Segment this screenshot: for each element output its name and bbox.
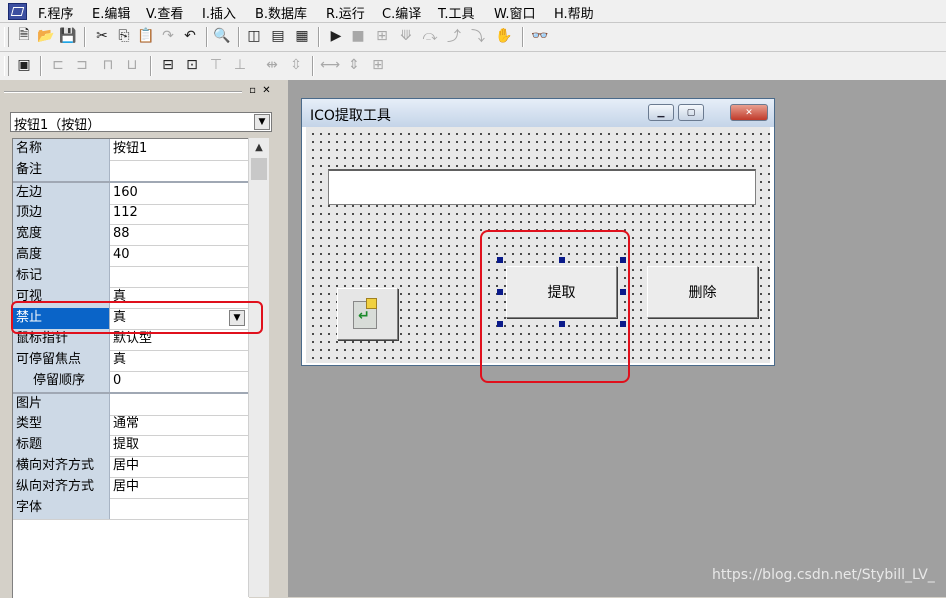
prop-row-font[interactable]: 字体 (13, 498, 249, 520)
property-scrollbar[interactable]: ▲ (248, 138, 269, 597)
prop-row-remark[interactable]: 备注 (13, 160, 249, 182)
prop-row-caption[interactable]: 标题 提取 (13, 435, 249, 457)
app-icon[interactable] (8, 3, 27, 20)
grid-icon[interactable]: ⊞ (368, 55, 388, 75)
alignment-toolbar: ▣ ⊏ ⊐ ⊓ ⊔ ⊟ ⊡ ⊤ ⊥ ⇹ ⇳ ⟷ ⇕ ⊞ (0, 52, 946, 81)
copy-icon[interactable]: ⎘ (114, 26, 134, 46)
close-icon[interactable]: ✕ (730, 104, 768, 121)
prop-row-name[interactable]: 名称 按钮1 (13, 139, 249, 161)
space-h-icon[interactable]: ⇹ (262, 55, 282, 75)
highlight-box-disabled-property (11, 301, 263, 334)
prop-row-focusable[interactable]: 可停留焦点真 (13, 350, 249, 372)
cut-icon[interactable]: ✂ (92, 26, 112, 46)
window-layout-1-icon[interactable]: ◫ (244, 26, 264, 46)
align-bottom-icon[interactable]: ⊔ (122, 55, 142, 75)
minimize-icon[interactable]: ▁ (648, 104, 674, 121)
scroll-thumb[interactable] (251, 158, 267, 180)
prop-row-left[interactable]: 左边 160 (13, 181, 249, 205)
stop-icon[interactable]: ■ (348, 26, 368, 46)
step-over-icon[interactable]: ⤼ (420, 26, 440, 46)
image-box[interactable] (337, 288, 398, 340)
menu-tools[interactable]: T.工具 (438, 3, 475, 22)
new-icon[interactable]: 🗎 (14, 26, 34, 46)
prop-row-tab-order[interactable]: 停留顺序 0 (13, 371, 249, 393)
panel-header: ▫ ✕ (4, 85, 276, 98)
window-layout-3-icon[interactable]: ▦ (292, 26, 312, 46)
same-width-icon[interactable]: ⊤ (206, 55, 226, 75)
find-binoculars-icon[interactable]: 👓 (530, 26, 550, 46)
object-selector[interactable]: 按钮1（按钮） ▼ (10, 112, 272, 133)
prop-row-picture[interactable]: 图片 (13, 392, 249, 416)
text-field[interactable] (328, 169, 756, 205)
menu-run[interactable]: R.运行 (326, 3, 365, 22)
same-height-icon[interactable]: ⊥ (230, 55, 250, 75)
chevron-down-icon[interactable]: ▼ (254, 114, 270, 130)
form-icon[interactable]: ▣ (14, 55, 34, 75)
order-icon[interactable]: ⇕ (344, 55, 364, 75)
object-selector-value: 按钮1（按钮） (14, 118, 101, 133)
menu-bar: F.程序 E.编辑 V.查看 I.插入 B.数据库 R.运行 C.编译 T.工具… (0, 0, 946, 23)
menu-compile[interactable]: C.编译 (382, 3, 421, 22)
window-layout-2-icon[interactable]: ▤ (268, 26, 288, 46)
open-icon[interactable]: 📂 (36, 26, 56, 46)
prop-row-top[interactable]: 顶边 112 (13, 203, 249, 225)
prop-row-tag[interactable]: 标记 (13, 266, 249, 288)
prop-row-h-align[interactable]: 横向对齐方式 居中 (13, 456, 249, 478)
prop-row-width[interactable]: 宽度 88 (13, 224, 249, 246)
menu-help[interactable]: H.帮助 (554, 3, 594, 22)
space-v-icon[interactable]: ⇳ (286, 55, 306, 75)
paste-icon[interactable]: 📋 (136, 26, 156, 46)
scroll-up-icon[interactable]: ▲ (249, 140, 269, 156)
document-arrow-icon (353, 298, 377, 329)
toolbar-grip[interactable] (4, 56, 9, 76)
menu-window[interactable]: W.窗口 (494, 3, 536, 22)
panel-restore-icon[interactable]: ▫ (246, 85, 259, 97)
save-icon[interactable]: 💾 (58, 26, 78, 46)
align-top-icon[interactable]: ⊓ (98, 55, 118, 75)
run-icon[interactable]: ▶ (326, 26, 346, 46)
highlight-box-extract-button (480, 230, 630, 383)
panel-close-icon[interactable]: ✕ (260, 85, 273, 97)
prop-row-height[interactable]: 高度 40 (13, 245, 249, 267)
align-left-icon[interactable]: ⊏ (48, 55, 68, 75)
step-out-icon[interactable]: ⤴ (444, 26, 464, 46)
maximize-icon[interactable]: ▢ (678, 104, 704, 121)
step-icon[interactable]: ⊞ (372, 26, 392, 46)
size-icon[interactable]: ⟷ (320, 55, 340, 75)
delete-button[interactable]: 删除 (647, 266, 758, 318)
run-to-cursor-icon[interactable]: ⤵ (468, 26, 488, 46)
menu-insert[interactable]: I.插入 (202, 3, 236, 22)
property-panel: ▫ ✕ 按钮1（按钮） ▼ 名称 按钮1 备注 左边 160 顶边 112 宽度 88 … (0, 80, 278, 598)
standard-toolbar: 🗎 📂 💾 ✂ ⎘ 📋 ↷ ↶ 🔍 ◫ ▤ ▦ ▶ ■ ⊞ ⟱ ⤼ ⤴ ⤵ ✋ … (0, 23, 946, 52)
breakpoint-icon[interactable]: ✋ (494, 26, 514, 46)
step-into-icon[interactable]: ⟱ (396, 26, 416, 46)
center-v-icon[interactable]: ⊡ (182, 55, 202, 75)
form-title: ICO提取工具 (310, 108, 391, 124)
toolbar-grip[interactable] (4, 27, 9, 47)
align-right-icon[interactable]: ⊐ (72, 55, 92, 75)
menu-database[interactable]: B.数据库 (255, 3, 307, 22)
menu-program[interactable]: F.程序 (38, 3, 74, 22)
form-titlebar[interactable]: ICO提取工具 ▁ ▢ ✕ (302, 99, 774, 127)
prop-row-type[interactable]: 类型 通常 (13, 414, 249, 436)
watermark: https://blog.csdn.net/Stybill_LV_ (712, 567, 935, 583)
menu-edit[interactable]: E.编辑 (92, 3, 130, 22)
prop-row-v-align[interactable]: 纵向对齐方式 居中 (13, 477, 249, 499)
find-icon[interactable]: 🔍 (212, 26, 232, 46)
center-h-icon[interactable]: ⊟ (158, 55, 178, 75)
property-grid: 名称 按钮1 备注 左边 160 顶边 112 宽度 88 高度 40 标记 可视真 禁止… (12, 138, 249, 598)
redo-icon[interactable]: ↷ (158, 26, 178, 46)
menu-view[interactable]: V.查看 (146, 3, 183, 22)
undo-icon[interactable]: ↶ (180, 26, 200, 46)
